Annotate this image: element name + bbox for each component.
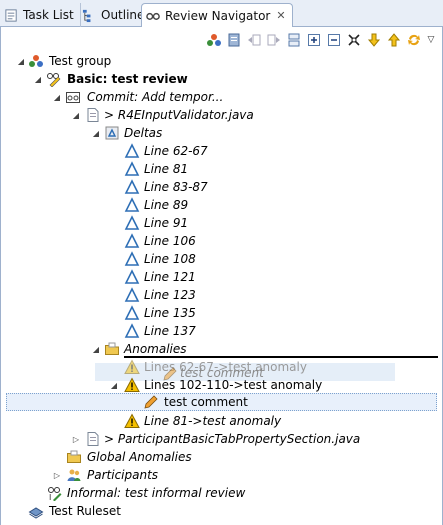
tree-item-global-anomalies[interactable]: Global Anomalies xyxy=(0,448,441,466)
tree-item-label: > R4EInputValidator.java xyxy=(104,108,254,122)
tree-item-label: Basic: test review xyxy=(67,72,188,86)
expand-arrow-icon[interactable]: ▷ xyxy=(52,470,62,480)
java-file-icon xyxy=(85,107,101,123)
anomalies-folder-icon xyxy=(104,341,120,357)
anomalies-folder-icon xyxy=(66,449,82,465)
collapse-arrow-icon[interactable]: ◢ xyxy=(91,128,101,138)
tree-item-delta[interactable]: Line 91 xyxy=(0,214,441,232)
tree-item-delta[interactable]: Line 121 xyxy=(0,268,441,286)
tree-item-label: Line 91 xyxy=(144,216,189,230)
java-file-icon xyxy=(85,431,101,447)
tree-item-label: Line 106 xyxy=(144,234,196,248)
review-group-icon xyxy=(28,53,44,69)
delta-icon xyxy=(124,215,140,231)
tree-item-label: > ParticipantBasicTabPropertySection.jav… xyxy=(104,432,361,446)
tree-item-delta[interactable]: Line 135 xyxy=(0,304,441,322)
delta-icon xyxy=(124,161,140,177)
svg-text:I: I xyxy=(49,493,51,501)
tree-item-label: Line 137 xyxy=(144,324,196,338)
warning-icon xyxy=(124,359,140,375)
tree-item-label: Test Ruleset xyxy=(49,504,121,518)
tree-item-label: Lines 102-110->test anomaly xyxy=(144,378,323,392)
tree-item-delta[interactable]: Line 89 xyxy=(0,196,441,214)
tree-item-label: Line 89 xyxy=(144,198,189,212)
tree-item-anomaly[interactable]: Line 81->test anomaly xyxy=(0,412,441,430)
collapse-arrow-icon[interactable]: ◢ xyxy=(91,344,101,354)
tree-item-label: Global Anomalies xyxy=(87,450,192,464)
delta-icon xyxy=(124,143,140,159)
delta-icon xyxy=(124,233,140,249)
tree-item-label: Line 135 xyxy=(144,306,196,320)
delta-icon xyxy=(124,287,140,303)
delta-icon xyxy=(124,323,140,339)
participants-icon xyxy=(66,467,82,483)
tree-item-delta[interactable]: Line 106 xyxy=(0,232,441,250)
delta-icon xyxy=(124,179,140,195)
tree-item-delta[interactable]: Line 108 xyxy=(0,250,441,268)
collapse-arrow-icon[interactable]: ◢ xyxy=(16,56,26,66)
tree-item-comment[interactable]: test comment xyxy=(6,393,437,411)
tree-item-label: Line 83-87 xyxy=(144,180,208,194)
tree-item-label: Test group xyxy=(49,54,112,68)
tree-item-label: Deltas xyxy=(124,126,163,140)
tree-item-label: Participants xyxy=(87,468,159,482)
tree-item-label: Commit: Add tempor... xyxy=(87,90,224,104)
tree-item-file[interactable]: ◢ > R4EInputValidator.java xyxy=(0,106,441,124)
tree-item-delta[interactable]: Line 81 xyxy=(0,160,441,178)
tree-item-basic-review[interactable]: ◢ Basic: test review xyxy=(0,70,441,88)
tree-item-participants[interactable]: ▷ Participants xyxy=(0,466,441,484)
tree-item-test-group[interactable]: ◢ Test group xyxy=(0,52,441,70)
tree-item-label: test comment xyxy=(164,395,248,409)
tree-item-label: Line 108 xyxy=(144,252,196,266)
tree-item-delta[interactable]: Line 62-67 xyxy=(0,142,441,160)
expand-arrow-icon[interactable]: ▷ xyxy=(71,434,81,444)
warning-icon xyxy=(124,377,140,393)
delta-icon xyxy=(124,269,140,285)
collapse-arrow-icon[interactable]: ◢ xyxy=(109,380,119,390)
collapse-arrow-icon[interactable]: ◢ xyxy=(71,110,81,120)
tree-item-label: Line 81 xyxy=(144,162,189,176)
review-tree: ◢ Test group ◢ Basic: test review ◢ Comm… xyxy=(0,0,441,525)
tree-item-label: Line 81->test anomaly xyxy=(144,414,282,428)
delta-icon xyxy=(124,197,140,213)
tree-item-file[interactable]: ▷ > ParticipantBasicTabPropertySection.j… xyxy=(0,430,441,448)
deltas-icon xyxy=(104,125,120,141)
warning-icon xyxy=(124,413,140,429)
tree-item-label: Line 123 xyxy=(144,288,196,302)
review-item-icon xyxy=(65,89,81,105)
tree-item-label: Line 121 xyxy=(144,270,196,284)
tree-item-delta[interactable]: Line 137 xyxy=(0,322,441,340)
tree-item-test-ruleset[interactable]: Test Ruleset xyxy=(0,502,441,520)
tree-item-anomaly[interactable]: ◢ Lines 102-110->test anomaly xyxy=(0,376,441,394)
collapse-arrow-icon[interactable]: ◢ xyxy=(33,74,43,84)
tree-item-delta[interactable]: Line 123 xyxy=(0,286,441,304)
tree-item-commit[interactable]: ◢ Commit: Add tempor... xyxy=(0,88,441,106)
tree-item-deltas[interactable]: ◢ Deltas xyxy=(0,124,441,142)
collapse-arrow-icon[interactable]: ◢ xyxy=(52,92,62,102)
review-icon xyxy=(46,71,62,87)
tree-item-label: Informal: test informal review xyxy=(67,486,246,500)
tree-item-label: Anomalies xyxy=(124,342,187,356)
pencil-icon xyxy=(143,394,159,410)
tree-item-informal-review[interactable]: I Informal: test informal review xyxy=(0,484,441,502)
tree-item-delta[interactable]: Line 83-87 xyxy=(0,178,441,196)
informal-review-icon: I xyxy=(47,485,63,501)
delta-icon xyxy=(124,251,140,267)
delta-icon xyxy=(124,305,140,321)
ruleset-icon xyxy=(28,503,44,519)
tree-item-label: Line 62-67 xyxy=(144,144,208,158)
